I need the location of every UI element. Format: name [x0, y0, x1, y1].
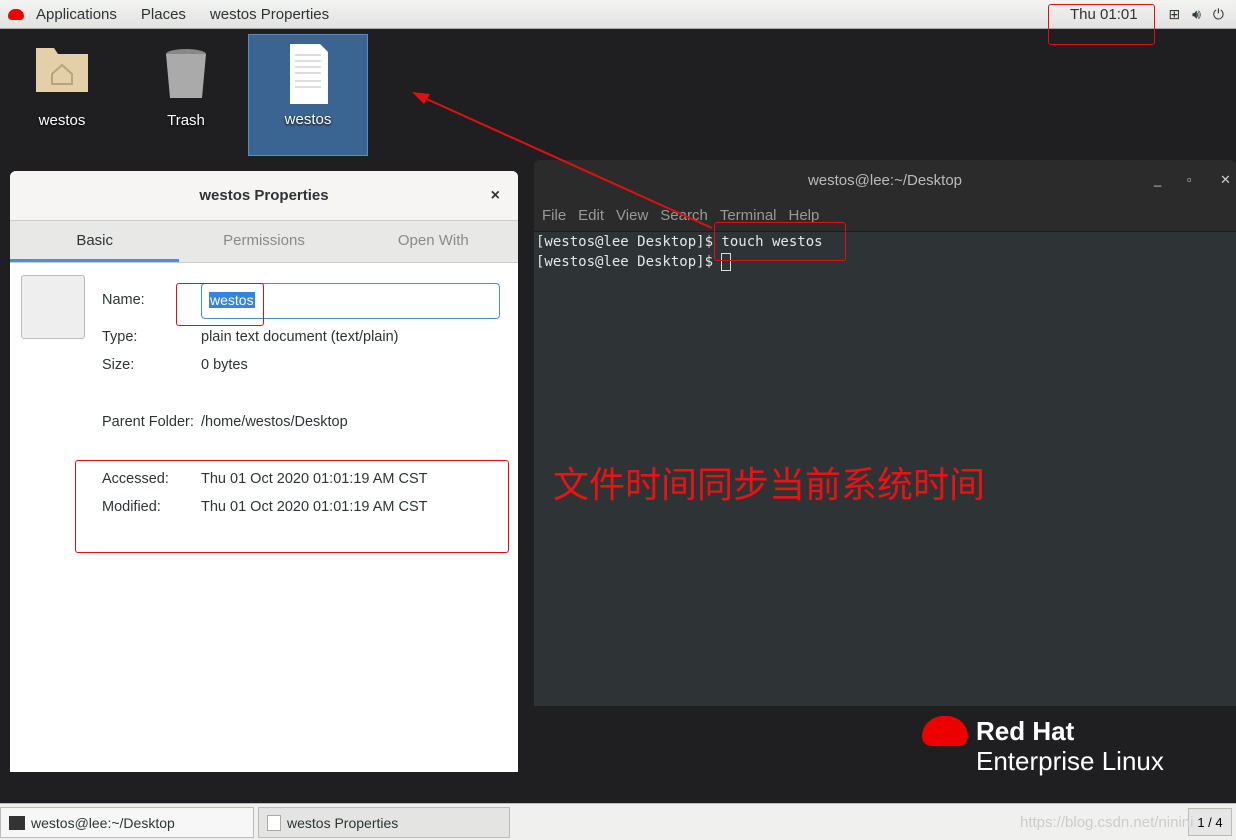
file-icon [267, 814, 281, 831]
logo-line2: Enterprise Linux [976, 746, 1164, 776]
logo-line1: Red Hat [976, 716, 1075, 746]
watermark: https://blog.csdn.net/ninini [1020, 814, 1194, 831]
task-properties[interactable]: westos Properties [258, 807, 510, 838]
annotation-arrow [412, 92, 713, 229]
task-terminal[interactable]: westos@lee:~/Desktop [0, 807, 254, 838]
task-label: westos Properties [287, 814, 399, 831]
task-label: westos@lee:~/Desktop [31, 814, 175, 831]
annotation-text: 文件时间同步当前系统时间 [553, 464, 986, 505]
redhat-icon [922, 716, 968, 746]
workspace-switcher[interactable]: 1 / 4 [1188, 808, 1232, 836]
taskbar: westos@lee:~/Desktop westos Properties 1… [0, 803, 1236, 840]
terminal-icon [9, 815, 25, 830]
